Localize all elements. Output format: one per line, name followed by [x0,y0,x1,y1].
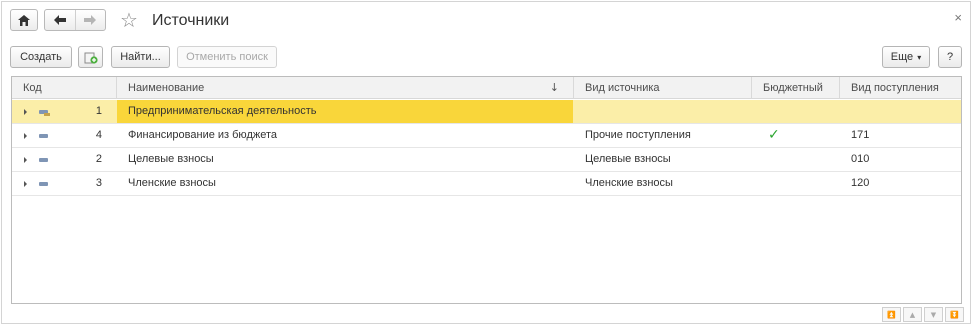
cell-source-type: Прочие поступления [585,129,691,141]
column-header-name-label: Наименование [128,82,205,94]
group-icon [39,110,50,116]
arrow-right-icon [84,15,97,25]
scroll-to-bottom-button[interactable]: ⏬ [945,307,964,322]
scroll-to-top-button[interactable]: ⏫ [882,307,901,322]
item-icon [39,134,48,138]
table-row[interactable]: 3 Членские взносы Членские взносы 120 [12,172,961,196]
table-row[interactable]: 4 Финансирование из бюджета Прочие посту… [12,124,961,148]
back-button[interactable] [45,10,76,30]
item-icon [39,158,48,162]
cell-name: Финансирование из бюджета [128,129,277,141]
item-icon [39,182,48,186]
cell-code: 4 [95,129,102,141]
close-icon[interactable]: × [954,10,962,26]
create-button[interactable]: Создать [10,46,72,68]
more-button[interactable]: Еще ▾ [882,46,930,68]
favorite-star-icon[interactable]: ☆ [120,8,138,32]
arrow-left-icon [53,15,66,25]
sources-table: Код Наименование ↓ Вид источника Бюджетн… [11,76,962,304]
column-header-income-type[interactable]: Вид поступления [839,77,961,99]
chevron-down-icon: ▾ [917,52,922,62]
checkmark-icon: ✓ [768,127,780,143]
cell-name: Предпринимательская деятельность [117,100,573,123]
cell-source-type [574,100,751,123]
cell-income-type: 171 [851,129,870,141]
cell-name: Членские взносы [128,177,216,189]
cell-code: 3 [95,177,102,189]
cell-code: 1 [95,105,102,117]
cell-name: Целевые взносы [128,153,214,165]
expand-arrow-icon[interactable] [24,157,27,163]
sort-descending-icon: ↓ [549,81,559,94]
home-button[interactable] [10,9,38,31]
expand-arrow-icon[interactable] [24,181,27,187]
more-label: Еще [890,51,914,63]
expand-arrow-icon[interactable] [24,109,27,115]
column-header-code[interactable]: Код [12,77,116,99]
cancel-search-button[interactable]: Отменить поиск [177,46,277,68]
cell-budget [770,100,830,123]
create-folder-button[interactable] [78,46,103,68]
title-bar: ☆ Источники × [2,2,970,40]
cell-source-type: Целевые взносы [585,153,671,165]
scroll-up-button[interactable]: ▲ [903,307,922,322]
table-header: Код Наименование ↓ Вид источника Бюджетн… [12,77,961,99]
cell-source-type: Членские взносы [585,177,673,189]
sources-window: ☆ Источники × Создать Найти... Отменить … [1,1,971,324]
help-button[interactable]: ? [938,46,962,68]
cell-income-type [840,100,961,123]
cell-code: 2 [95,153,102,165]
cell-budget [770,148,830,171]
column-header-name[interactable]: Наименование ↓ [116,77,573,99]
column-header-source-type[interactable]: Вид источника [573,77,751,99]
scroll-down-button[interactable]: ▼ [924,307,943,322]
history-nav [44,9,106,31]
window-title: Источники [152,12,230,29]
cell-income-type: 120 [851,177,870,189]
add-folder-icon [84,52,98,64]
home-icon [18,14,30,26]
table-row[interactable]: 2 Целевые взносы Целевые взносы 010 [12,148,961,172]
expand-arrow-icon[interactable] [24,133,27,139]
table-row[interactable]: 1 Предпринимательская деятельность [12,100,961,124]
column-header-budget[interactable]: Бюджетный [751,77,839,99]
cell-budget [770,172,830,195]
find-button[interactable]: Найти... [111,46,170,68]
cell-income-type: 010 [851,153,870,165]
forward-button[interactable] [76,10,106,30]
